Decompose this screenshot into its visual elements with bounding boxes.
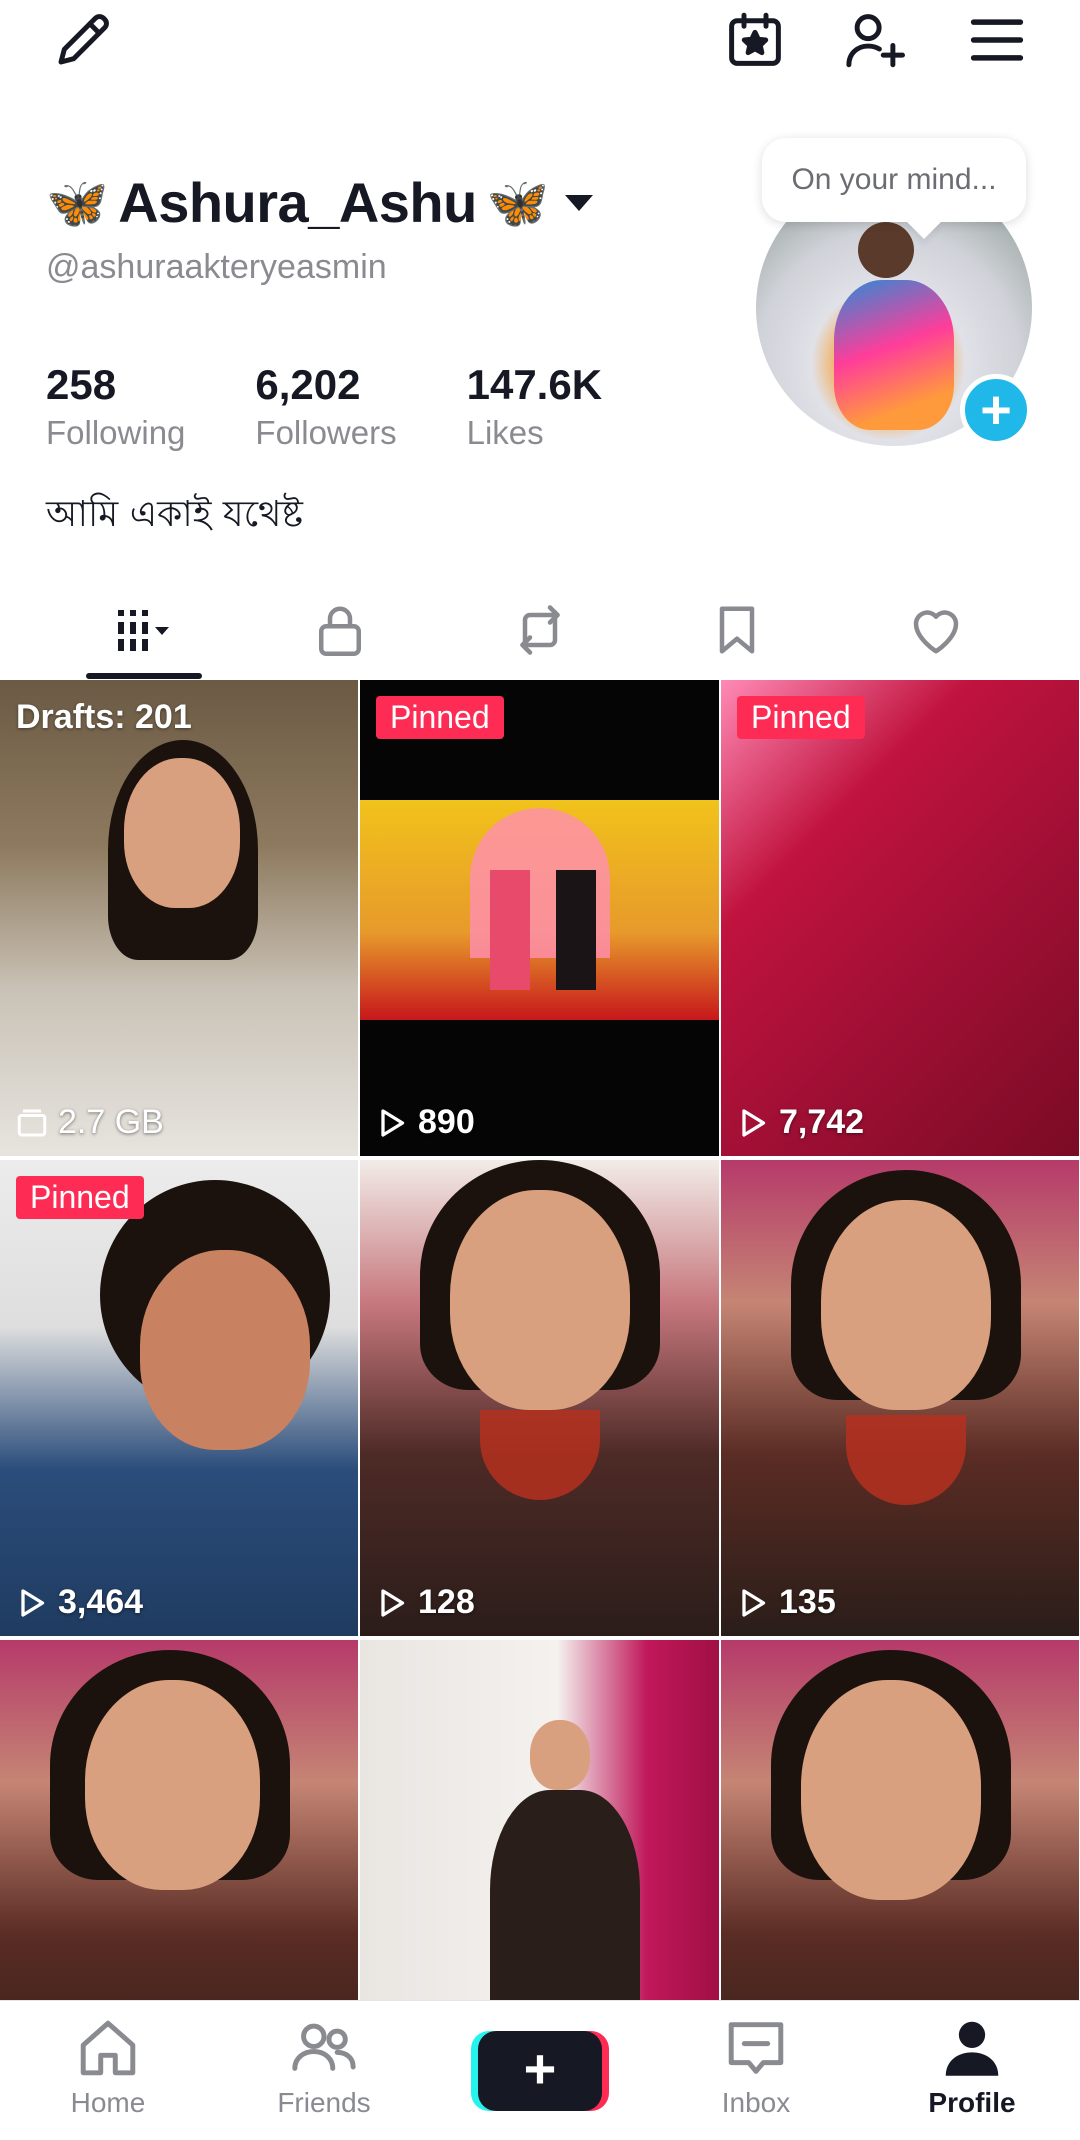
- profile-stats: 258 Following 6,202 Followers 147.6K Lik…: [46, 361, 672, 452]
- nav-friends[interactable]: Friends: [234, 2013, 414, 2133]
- play-icon: [21, 1588, 45, 1617]
- play-icon: [742, 1588, 766, 1617]
- drafts-tile[interactable]: Drafts: 201 2.7 GB: [0, 680, 358, 1156]
- heart-icon: [913, 610, 959, 654]
- profile-name-row[interactable]: 🦋 Ashura_Ashu 🦋: [46, 170, 594, 235]
- pinned-badge: Pinned: [376, 696, 504, 739]
- video-tile[interactable]: 128: [360, 1160, 719, 1636]
- butterfly-emoji-icon: 🦋: [46, 174, 109, 231]
- username-handle: @ashuraakteryeasmin: [46, 248, 387, 286]
- view-count-value: 3,464: [58, 1583, 144, 1621]
- videos-grid-icon: [118, 610, 169, 651]
- tab-reposts[interactable]: [470, 580, 610, 680]
- likes-stat[interactable]: 147.6K Likes: [466, 361, 603, 452]
- video-tile[interactable]: Pinned 3,464: [0, 1160, 358, 1636]
- pinned-badge: Pinned: [16, 1176, 144, 1219]
- play-icon: [381, 1108, 405, 1137]
- followers-count: 6,202: [255, 361, 361, 408]
- bottom-nav: Home Friends + Inbox Profile: [0, 2000, 1080, 2140]
- active-tab-indicator: [86, 673, 202, 679]
- tab-favorites[interactable]: [667, 580, 807, 680]
- tab-videos[interactable]: [74, 580, 214, 680]
- tab-liked[interactable]: [866, 580, 1006, 680]
- avatar-photo-head: [858, 222, 914, 278]
- view-count: 3,464: [14, 1583, 143, 1622]
- view-count-value: 890: [418, 1103, 475, 1141]
- video-tile[interactable]: [360, 1640, 719, 2000]
- play-icon: [381, 1588, 405, 1617]
- view-count-value: 7,742: [779, 1103, 865, 1141]
- video-tile[interactable]: 135: [721, 1160, 1079, 1636]
- nav-profile-label: Profile: [928, 2087, 1016, 2118]
- nav-friends-label: Friends: [277, 2087, 371, 2118]
- view-count-value: 135: [779, 1583, 836, 1621]
- drafts-count: Drafts: 201: [16, 698, 192, 736]
- add-story-plus-icon[interactable]: +: [960, 374, 1032, 446]
- pinned-badge: Pinned: [737, 696, 865, 739]
- lock-icon: [319, 606, 361, 656]
- display-name: Ashura_Ashu: [118, 171, 477, 234]
- create-button[interactable]: +: [478, 2031, 602, 2111]
- pencil-icon[interactable]: [38, 0, 128, 80]
- nav-home[interactable]: Home: [18, 2013, 198, 2133]
- repost-icon: [520, 605, 560, 655]
- drafts-size-value: 2.7 GB: [58, 1103, 164, 1141]
- friends-icon: [292, 2023, 356, 2071]
- followers-label: Followers: [255, 414, 397, 452]
- menu-icon[interactable]: [952, 0, 1042, 80]
- calendar-star-icon[interactable]: [710, 0, 800, 80]
- tab-private[interactable]: [270, 580, 410, 680]
- nav-inbox-label: Inbox: [721, 2087, 791, 2118]
- home-icon: [80, 2020, 136, 2076]
- storage-icon: [17, 1109, 47, 1136]
- avatar-photo-dress: [834, 280, 954, 430]
- drafts-size: 2.7 GB: [14, 1103, 164, 1142]
- play-icon: [742, 1108, 766, 1137]
- bookmark-icon: [719, 606, 755, 654]
- profile-icon: [945, 2021, 999, 2076]
- followers-stat[interactable]: 6,202 Followers: [255, 361, 397, 452]
- likes-count: 147.6K: [466, 361, 603, 408]
- following-count: 258: [46, 361, 117, 408]
- video-tile[interactable]: [721, 1640, 1079, 2000]
- inbox-icon: [728, 2022, 784, 2074]
- video-tile[interactable]: Pinned 7,742: [721, 680, 1079, 1156]
- nav-home-label: Home: [70, 2087, 146, 2118]
- video-tile[interactable]: Pinned 890: [360, 680, 719, 1156]
- nav-inbox[interactable]: Inbox: [666, 2013, 846, 2133]
- content-tabs: [0, 580, 1080, 680]
- butterfly-emoji-icon: 🦋: [486, 174, 550, 231]
- nav-profile[interactable]: Profile: [882, 2013, 1062, 2133]
- add-friend-icon[interactable]: [830, 0, 920, 80]
- video-tile[interactable]: [0, 1640, 358, 2000]
- top-bar: [0, 0, 1080, 90]
- chevron-down-icon[interactable]: [565, 194, 594, 211]
- video-grid: Drafts: 201 2.7 GB Pinned 890 Pinned 7,7…: [0, 680, 1080, 2000]
- profile-bio: আমি একাই যথেষ্ট: [46, 494, 304, 535]
- view-count: 135: [735, 1583, 836, 1622]
- note-bubble[interactable]: On your mind...: [762, 138, 1026, 222]
- view-count: 128: [374, 1583, 475, 1622]
- view-count: 7,742: [735, 1103, 864, 1142]
- view-count-value: 128: [418, 1583, 475, 1621]
- likes-label: Likes: [466, 414, 544, 452]
- video-thumbnail: [721, 680, 1079, 1156]
- following-label: Following: [46, 414, 186, 452]
- plus-icon: +: [523, 2037, 557, 2100]
- view-count: 890: [374, 1103, 475, 1142]
- following-stat[interactable]: 258 Following: [46, 361, 186, 452]
